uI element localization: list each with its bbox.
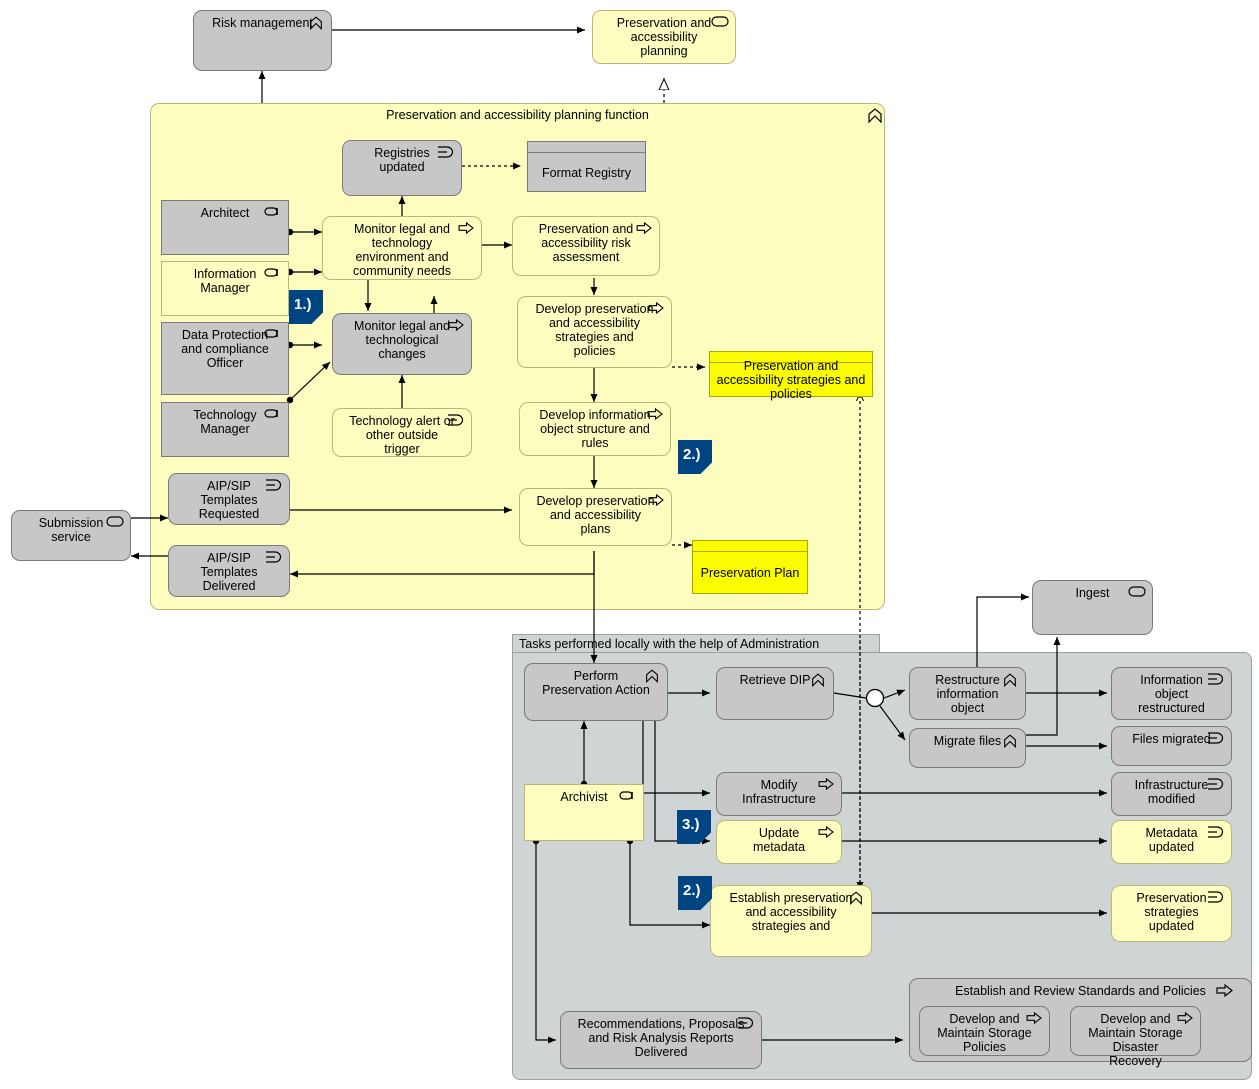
node-develop-strategies-policies[interactable]: Develop preservation and accessibility s… xyxy=(517,296,672,368)
node-registries-updated[interactable]: Registries updated xyxy=(342,140,462,196)
function-icon xyxy=(1001,673,1019,688)
function-icon xyxy=(866,108,884,123)
process-icon xyxy=(817,825,835,840)
group-preservation-planning-function-title: Preservation and accessibility planning … xyxy=(386,108,649,122)
function-icon xyxy=(847,891,865,906)
node-risk-management[interactable]: Risk management xyxy=(193,10,332,71)
function-icon xyxy=(809,673,827,688)
node-modify-infrastructure[interactable]: Modify Infrastructure xyxy=(716,772,842,816)
node-format-registry[interactable]: Format Registry xyxy=(527,141,646,192)
process-icon xyxy=(1176,1011,1194,1026)
process-icon xyxy=(1216,983,1234,998)
node-label: Preservation Plan xyxy=(700,566,800,580)
event-icon xyxy=(265,479,283,493)
badge-label: 2.) xyxy=(683,882,701,899)
process-icon xyxy=(635,221,653,236)
node-metadata-updated[interactable]: Metadata updated xyxy=(1111,820,1232,864)
event-icon xyxy=(265,551,283,565)
event-icon xyxy=(437,146,455,160)
event-icon xyxy=(1207,673,1225,687)
event-icon xyxy=(447,414,465,428)
dataobj-header xyxy=(528,142,645,153)
node-develop-disaster-recovery[interactable]: Develop and Maintain Storage Disaster Re… xyxy=(1070,1006,1201,1068)
node-submission-service[interactable]: Submission service xyxy=(11,510,131,561)
function-icon xyxy=(643,669,661,684)
node-label: Recommendations, Proposals and Risk Anal… xyxy=(577,1017,745,1059)
event-icon xyxy=(1207,826,1225,840)
event-icon xyxy=(1207,891,1225,905)
function-icon xyxy=(307,16,325,31)
role-data-protection-officer[interactable]: Data Protection and compliance Officer xyxy=(161,322,289,395)
role-icon xyxy=(264,267,282,281)
event-icon xyxy=(737,1017,755,1031)
node-preservation-plan-object[interactable]: Preservation Plan xyxy=(692,540,808,594)
role-technology-manager[interactable]: Technology Manager xyxy=(161,402,289,457)
node-retrieve-dip[interactable]: Retrieve DIP xyxy=(716,667,834,720)
role-architect[interactable]: Architect xyxy=(161,200,289,255)
process-icon xyxy=(647,301,665,316)
node-preservation-accessibility-planning[interactable]: Preservation and accessibility planning xyxy=(592,10,736,64)
role-icon xyxy=(619,790,637,804)
node-monitor-legal-changes[interactable]: Monitor legal and technological changes xyxy=(332,313,472,375)
process-icon xyxy=(1025,1011,1043,1026)
node-preservation-risk-assessment[interactable]: Preservation and accessibility risk asse… xyxy=(512,216,660,276)
node-aip-sip-requested[interactable]: AIP/SIP Templates Requested xyxy=(168,473,290,525)
service-icon xyxy=(1128,586,1146,600)
process-icon xyxy=(647,493,665,508)
node-strategies-policies-object[interactable]: Preservation and accessibility strategie… xyxy=(709,351,873,401)
node-label: Preservation and accessibility strategie… xyxy=(716,359,866,401)
node-develop-storage-policies[interactable]: Develop and Maintain Storage Policies xyxy=(919,1006,1050,1056)
role-icon xyxy=(264,206,282,220)
dataobj-header xyxy=(693,541,807,552)
group-tasks-local-header: Tasks performed locally with the help of… xyxy=(512,634,880,653)
node-label: Format Registry xyxy=(542,165,631,180)
node-perform-preservation-action[interactable]: Perform Preservation Action xyxy=(524,663,668,721)
badge-label: 1.) xyxy=(294,296,312,313)
node-establish-strategies[interactable]: Establish preservation and accessibility… xyxy=(710,885,872,957)
node-preservation-strategies-updated[interactable]: Preservation strategies updated xyxy=(1111,885,1232,942)
node-files-migrated[interactable]: Files migrated xyxy=(1111,726,1232,766)
role-archivist[interactable]: Archivist xyxy=(524,784,644,841)
node-develop-information-object[interactable]: Develop information object structure and… xyxy=(519,402,671,456)
node-aip-sip-delivered[interactable]: AIP/SIP Templates Delivered xyxy=(168,545,290,597)
process-icon xyxy=(646,407,664,422)
node-recommendations-reports[interactable]: Recommendations, Proposals and Risk Anal… xyxy=(560,1011,762,1069)
node-ingest[interactable]: Ingest xyxy=(1032,580,1153,635)
role-information-manager[interactable]: Information Manager xyxy=(161,261,289,316)
node-monitor-legal-environment[interactable]: Monitor legal and technology environment… xyxy=(322,216,482,280)
event-icon xyxy=(1207,732,1225,746)
node-restructure-information-object[interactable]: Restructure information object xyxy=(909,667,1026,720)
event-icon xyxy=(1207,778,1225,792)
service-icon xyxy=(106,516,124,530)
node-migrate-files[interactable]: Migrate files xyxy=(909,728,1026,768)
node-infrastructure-modified[interactable]: Infrastructure modified xyxy=(1111,772,1232,816)
node-develop-plans[interactable]: Develop preservation and accessibility p… xyxy=(519,488,672,546)
node-technology-alert[interactable]: Technology alert or other outside trigge… xyxy=(332,408,472,457)
node-update-metadata[interactable]: Update metadata xyxy=(716,820,842,864)
service-icon xyxy=(711,16,729,30)
group-tasks-local-title: Tasks performed locally with the help of… xyxy=(519,636,820,651)
process-icon xyxy=(817,777,835,792)
diagram-canvas: Preservation and accessibility planning … xyxy=(0,0,1259,1089)
node-information-object-restructured[interactable]: Information object restructured xyxy=(1111,667,1232,720)
group-standards-policies-title: Establish and Review Standards and Polic… xyxy=(955,984,1206,998)
role-icon xyxy=(264,408,282,422)
process-icon xyxy=(447,318,465,333)
process-icon xyxy=(457,221,475,236)
role-icon xyxy=(264,328,282,342)
badge-label: 2.) xyxy=(683,446,701,463)
function-icon xyxy=(1001,734,1019,749)
badge-label: 3.) xyxy=(682,816,700,833)
